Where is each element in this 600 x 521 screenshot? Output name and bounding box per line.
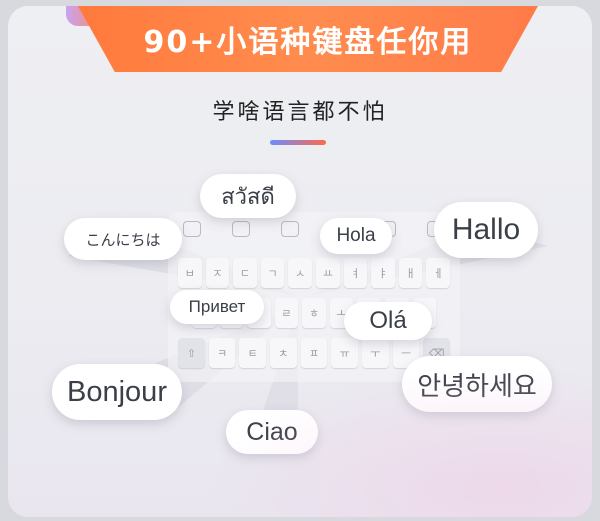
key[interactable]: ㅊ: [270, 338, 297, 368]
keyboard-row-1: ㅂ ㅈ ㄷ ㄱ ㅅ ㅛ ㅕ ㅑ ㅐ ㅔ: [178, 258, 450, 288]
clipboard-icon: [280, 221, 299, 237]
key[interactable]: ㅐ: [398, 258, 423, 288]
key[interactable]: ㅋ: [208, 338, 236, 368]
greeting-french: Bonjour: [52, 364, 182, 420]
greeting-korean: 안녕하세요: [402, 356, 552, 412]
key[interactable]: ㅍ: [300, 338, 328, 368]
greeting-russian: Привет: [170, 290, 264, 324]
greeting-portuguese: Olá: [344, 302, 432, 340]
shift-key[interactable]: ⇧: [178, 338, 205, 368]
emoji-icon: [231, 221, 250, 237]
key[interactable]: ㅅ: [288, 258, 312, 288]
banner: 90+小语种键盘任你用: [78, 6, 538, 72]
greeting-italian: Ciao: [226, 410, 318, 454]
key[interactable]: ㅠ: [331, 338, 359, 368]
key[interactable]: ㄱ: [260, 258, 285, 288]
key[interactable]: ㅂ: [178, 258, 202, 288]
logo-icon: [183, 221, 202, 237]
promo-card: 90+小语种键盘任你用 学啥语言都不怕 ㅂ ㅈ ㄷ ㄱ ㅅ ㅛ ㅕ ㅑ ㅐ ㅔ …: [8, 6, 592, 517]
greeting-german: Hallo: [434, 202, 538, 258]
greeting-thai: สวัสดี: [200, 174, 296, 218]
greeting-japanese: こんにちは: [64, 218, 182, 260]
key[interactable]: ㅛ: [315, 258, 340, 288]
subtitle: 学啥语言都不怕: [212, 100, 388, 125]
keyboard-toolbar: [168, 212, 460, 246]
key[interactable]: ㅌ: [239, 338, 267, 368]
key[interactable]: ㅑ: [371, 258, 395, 288]
key[interactable]: ㅜ: [362, 338, 389, 368]
key[interactable]: ㅈ: [205, 258, 230, 288]
banner-title: 90+小语种键盘任你用: [143, 25, 473, 60]
key[interactable]: ㄹ: [274, 298, 299, 328]
greeting-spanish: Hola: [320, 218, 392, 254]
key[interactable]: ㅔ: [426, 258, 450, 288]
key[interactable]: ㄷ: [233, 258, 257, 288]
key[interactable]: ㅕ: [343, 258, 368, 288]
subtitle-underline: [270, 140, 326, 145]
key[interactable]: ㅎ: [302, 298, 326, 328]
